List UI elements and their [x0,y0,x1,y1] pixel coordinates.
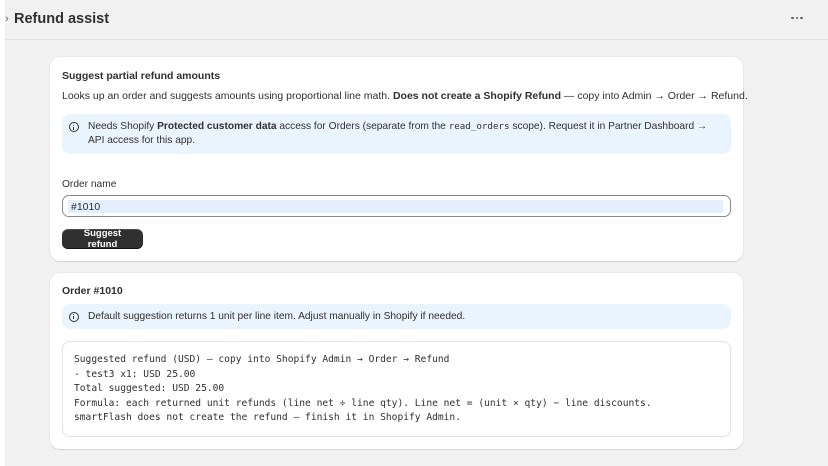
more-horizontal-icon[interactable] [788,9,806,27]
left-edge [0,0,5,466]
suggest-refund-card: Suggest partial refund amounts Looks up … [50,57,748,261]
dot [791,16,794,20]
output-line: Suggested refund (USD) — copy into Shopi… [74,354,450,365]
banner-text-2: access for Orders (separate from the [276,121,449,132]
chevron-right-icon[interactable]: › [5,13,9,25]
dot [800,16,803,20]
output-line: - test3 x1: USD 25.00 [74,368,196,380]
page-title: Refund assist [14,11,110,27]
output-line: Total suggested: USD 25.00 [74,383,225,394]
info-banner-default-suggestion: Default suggestion returns 1 unit per li… [62,304,731,329]
info-banner-protected-data: Needs Shopify Protected customer data ac… [62,114,731,154]
suggest-refund-button[interactable]: Suggest refund [62,228,143,250]
order-name-field[interactable] [62,195,731,217]
banner-text-bold: Protected customer data [157,121,277,132]
banner-text: Default suggestion returns 1 unit per li… [88,310,466,322]
refund-output-box: Suggested refund (USD) — copy into Shopi… [62,341,731,437]
desc-prefix: Looks up an order and suggests amounts u… [62,90,393,102]
order-title: Order #1010 [62,285,123,297]
output-line: Formula: each returned unit refunds (lin… [74,397,652,409]
output-line: smartFlash does not create the refund — … [74,412,461,423]
dot [795,16,799,20]
banner-text: Needs Shopify Protected customer data ac… [88,120,723,148]
page-header: › Refund assist [5,0,828,40]
order-name-input[interactable] [68,200,723,213]
desc-suffix: — copy into Admin → Order → Refund. [561,90,748,102]
desc-bold: Does not create a Shopify Refund [392,90,561,102]
info-icon [69,311,79,322]
info-icon [69,122,79,132]
banner-text-1: Needs Shopify [88,121,158,132]
order-name-label: Order name [62,179,117,190]
scope-code: read_orders [448,121,510,132]
card-description: Looks up an order and suggests amounts u… [62,90,748,102]
card-title: Suggest partial refund amounts [62,70,221,82]
order-result-card: Order #1010 Default suggestion returns 1… [50,273,743,449]
